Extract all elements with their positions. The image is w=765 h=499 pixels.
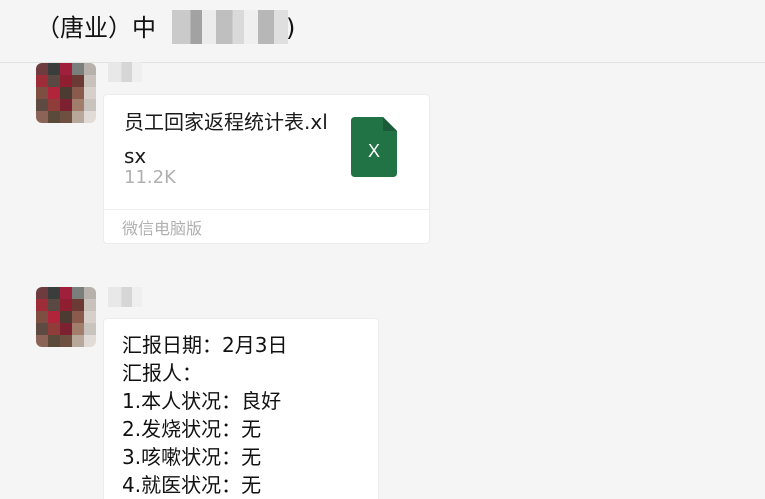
sender-name xyxy=(108,287,142,307)
file-source-label: 微信电脑版 xyxy=(122,219,203,238)
file-message-card[interactable]: 员工回家返程统计表.xlsx 11.2K X 微信电脑版 xyxy=(103,94,430,244)
message-line-personal-status: 1.本人状况：良好 xyxy=(122,389,282,413)
sender-name xyxy=(108,62,142,82)
file-name: 员工回家返程统计表.xlsx xyxy=(124,110,328,168)
chat-window: （唐业）中 ) 员工回家返程统计表.xlsx 11.2K X 微信电脑版 汇报日… xyxy=(0,0,765,499)
excel-icon: X xyxy=(351,117,397,177)
excel-icon-letter: X xyxy=(368,141,380,161)
chat-title: （唐业）中 xyxy=(36,14,156,42)
chat-title-suffix: ) xyxy=(286,14,296,42)
message-line-cough-status: 3.咳嗽状况：无 xyxy=(122,445,262,469)
text-message-bubble[interactable]: 汇报日期：2月3日 汇报人： 1.本人状况：良好 2.发烧状况：无 3.咳嗽状况… xyxy=(103,318,379,499)
avatar[interactable] xyxy=(36,63,96,123)
chat-header: （唐业）中 ) xyxy=(0,0,765,63)
message-line-report-date: 汇报日期：2月3日 xyxy=(122,333,288,357)
file-size: 11.2K xyxy=(124,167,176,188)
card-divider xyxy=(104,209,429,210)
message-line-medical-status: 4.就医状况：无 xyxy=(122,473,262,497)
avatar[interactable] xyxy=(36,287,96,347)
message-line-reporter: 汇报人： xyxy=(122,361,202,385)
message-line-fever-status: 2.发烧状况：无 xyxy=(122,417,262,441)
pixelated-title-fragment xyxy=(172,10,288,44)
